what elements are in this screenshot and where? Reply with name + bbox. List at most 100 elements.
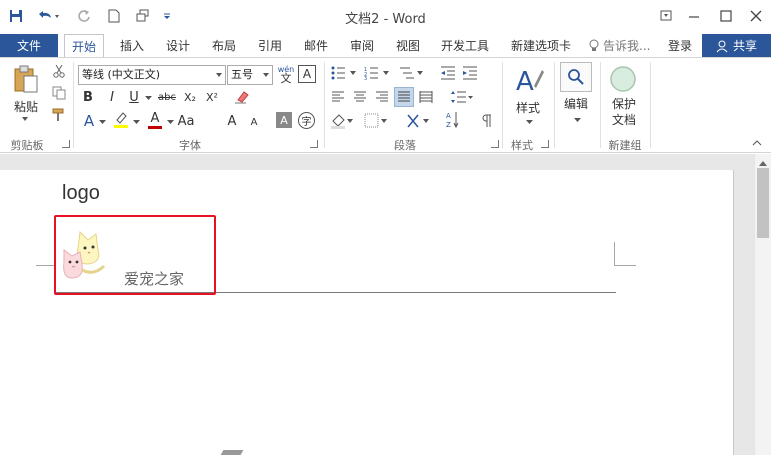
font-name-value: 等线 (中文正文) — [82, 68, 161, 81]
clear-formatting-icon[interactable] — [232, 88, 252, 106]
crop-mark — [614, 242, 615, 266]
italic-button[interactable]: I — [104, 88, 120, 106]
scroll-up-icon[interactable] — [758, 156, 768, 166]
shading-icon[interactable] — [328, 112, 356, 130]
char-shading-button[interactable]: A — [276, 112, 292, 128]
font-name-combo[interactable]: 等线 (中文正文) — [78, 65, 226, 85]
styles-dropdown-icon[interactable] — [524, 118, 534, 126]
paste-label[interactable]: 粘贴 — [8, 98, 44, 114]
cut-icon[interactable] — [50, 62, 68, 80]
tell-me-box[interactable]: 告诉我... — [588, 34, 658, 58]
superscript-button[interactable]: X² — [202, 88, 222, 106]
bullets-icon[interactable] — [330, 64, 360, 82]
font-color-glyph: A — [150, 110, 160, 126]
tab-new[interactable]: 新建选项卡 — [504, 34, 578, 58]
strikethrough-button[interactable]: abc — [156, 88, 178, 106]
collapse-ribbon-icon[interactable] — [750, 138, 764, 148]
paste-icon[interactable] — [8, 64, 44, 96]
chinese-layout-icon[interactable] — [404, 112, 432, 130]
find-icon[interactable] — [560, 62, 592, 92]
numbering-icon[interactable]: 123 — [362, 64, 394, 82]
tell-me-label: 告诉我... — [603, 39, 651, 53]
multilevel-list-icon[interactable] — [396, 64, 428, 82]
show-marks-icon[interactable] — [478, 112, 496, 130]
protect-document-line2[interactable]: 文档 — [604, 112, 644, 127]
highlight-dropdown-icon[interactable] — [132, 118, 140, 126]
tab-mailings[interactable]: 邮件 — [296, 34, 336, 58]
phonetic-guide-icon[interactable]: wén 文 — [276, 63, 296, 85]
styles-launcher-icon[interactable] — [541, 140, 549, 148]
font-color-swatch — [148, 125, 162, 129]
cursor-fragment — [220, 450, 244, 455]
tab-design[interactable]: 设计 — [158, 34, 198, 58]
shrink-font-button[interactable]: A — [246, 114, 262, 130]
font-color-icon[interactable]: A — [146, 110, 164, 130]
underline-button[interactable]: U — [126, 88, 142, 106]
grow-font-button[interactable]: A — [224, 112, 240, 130]
font-launcher-icon[interactable] — [310, 140, 318, 148]
paste-dropdown-icon[interactable] — [20, 114, 30, 124]
align-right-icon[interactable] — [372, 88, 392, 106]
text-effects-button[interactable]: A — [80, 112, 98, 130]
borders-icon[interactable] — [362, 112, 390, 130]
share-button[interactable]: 共享 — [702, 34, 771, 58]
svg-text:3: 3 — [364, 76, 367, 80]
char-border-icon[interactable]: A — [298, 65, 316, 83]
enclose-char-button[interactable]: 字 — [298, 112, 315, 129]
tab-home[interactable]: 开始 — [64, 34, 104, 58]
distribute-icon[interactable] — [416, 88, 436, 106]
protect-document-line1[interactable]: 保护 — [604, 96, 644, 111]
styles-icon[interactable]: A — [512, 62, 546, 98]
tab-references[interactable]: 引用 — [250, 34, 290, 58]
increase-indent-icon[interactable] — [460, 64, 480, 82]
bold-button[interactable]: B — [80, 88, 96, 106]
decrease-indent-icon[interactable] — [438, 64, 458, 82]
svg-text:A: A — [516, 67, 534, 96]
ribbon-display-icon[interactable] — [656, 6, 676, 26]
maximize-icon[interactable] — [716, 6, 736, 26]
line-spacing-icon[interactable] — [448, 88, 476, 106]
text-effects-dropdown-icon[interactable] — [98, 118, 106, 126]
tab-file[interactable]: 文件 — [0, 34, 58, 58]
paragraph-launcher-icon[interactable] — [491, 140, 499, 148]
phonetic-char: 文 — [280, 72, 292, 85]
tab-layout[interactable]: 布局 — [204, 34, 244, 58]
crop-mark — [36, 265, 56, 266]
format-painter-icon[interactable] — [50, 106, 68, 124]
protect-document-icon[interactable] — [608, 64, 638, 94]
scroll-thumb[interactable] — [757, 168, 769, 238]
styles-button-label[interactable]: 样式 — [510, 100, 546, 115]
vertical-scrollbar[interactable] — [754, 154, 771, 455]
justify-icon[interactable] — [394, 87, 414, 107]
document-page[interactable]: logo 爱宠之家 — [0, 170, 734, 455]
highlight-icon[interactable] — [112, 110, 130, 130]
minimize-icon[interactable] — [684, 6, 704, 26]
title-bar: 文档2 - Word — [0, 0, 771, 34]
login-link[interactable]: 登录 — [664, 34, 696, 58]
tab-view[interactable]: 视图 — [388, 34, 428, 58]
editing-button-label[interactable]: 编辑 — [558, 96, 594, 111]
header-logo-text[interactable]: logo — [62, 182, 100, 205]
clipboard-launcher-icon[interactable] — [62, 140, 70, 148]
svg-text:A: A — [446, 112, 451, 120]
chevron-down-icon — [216, 73, 222, 77]
close-icon[interactable] — [746, 6, 766, 26]
sort-icon[interactable]: AZ — [444, 110, 462, 130]
change-case-icon[interactable]: Aa — [178, 112, 195, 130]
svg-text:Z: Z — [446, 121, 451, 129]
styles-group-label: 样式 — [511, 139, 533, 152]
align-center-icon[interactable] — [350, 88, 370, 106]
align-left-icon[interactable] — [328, 88, 348, 106]
font-color-dropdown-icon[interactable] — [166, 118, 174, 126]
editing-dropdown-icon[interactable] — [572, 116, 582, 124]
underline-dropdown-icon[interactable] — [144, 94, 152, 102]
tab-review[interactable]: 审阅 — [342, 34, 382, 58]
subscript-button[interactable]: X₂ — [180, 88, 200, 106]
font-size-combo[interactable]: 五号 — [227, 65, 273, 85]
tab-developer[interactable]: 开发工具 — [434, 34, 496, 58]
tab-insert[interactable]: 插入 — [112, 34, 152, 58]
copy-icon[interactable] — [50, 84, 68, 102]
group-divider — [502, 62, 503, 148]
document-area: logo 爱宠之家 — [0, 154, 754, 455]
group-divider — [650, 62, 651, 148]
